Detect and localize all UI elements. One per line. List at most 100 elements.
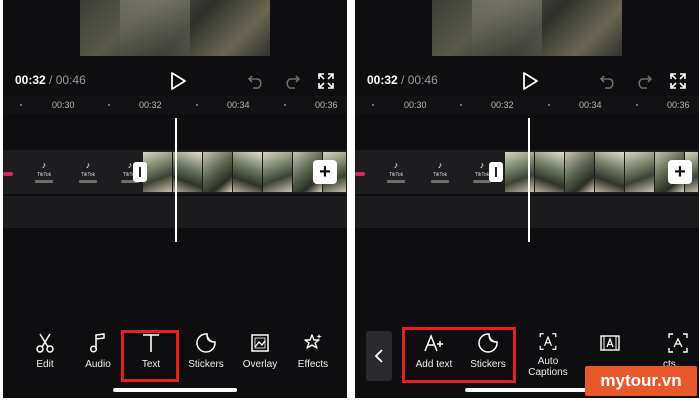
total-time: 00:46	[407, 73, 438, 87]
tiktok-clip[interactable]: ♪ TikTok	[381, 152, 411, 192]
watermark-text: mytour.vn	[600, 371, 682, 390]
tool-stickers[interactable]: Stickers	[184, 332, 228, 378]
mytour-watermark: mytour.vn	[585, 366, 697, 396]
tool-label: Auto Captions	[528, 356, 567, 378]
tiktok-logo-icon: ♪	[127, 160, 133, 170]
ruler-dot	[20, 104, 22, 106]
home-indicator[interactable]	[113, 388, 237, 392]
play-icon[interactable]	[169, 71, 187, 91]
current-time: 00:32	[367, 73, 398, 87]
tool-label: Audio	[85, 359, 111, 370]
tool-effects[interactable]: Effects	[291, 332, 335, 378]
video-preview[interactable]	[432, 0, 622, 56]
video-frame	[263, 152, 293, 192]
total-time: 00:46	[55, 73, 86, 87]
playback-controls: 00:32 / 00:46	[3, 70, 347, 92]
add-clip-button[interactable]: +	[668, 160, 692, 184]
tiktok-clip[interactable]: ♪ TikTok	[73, 152, 103, 192]
ruler-label: 00:32	[139, 100, 162, 110]
ruler-label: 00:36	[315, 100, 338, 110]
tool-label-line: Captions	[528, 367, 568, 378]
tiktok-clip[interactable]: ♪ TikTok	[29, 152, 59, 192]
text-tool-highlight	[121, 330, 179, 382]
redo-icon[interactable]	[283, 73, 301, 89]
ruler-label: 00:32	[491, 100, 514, 110]
right-editor-screen: 00:32 / 00:46 00:30 00:32 00:34 00:36 ♪ …	[355, 0, 699, 398]
track-marker	[3, 172, 13, 176]
timeline-ruler[interactable]: 00:30 00:32 00:34 00:36	[355, 96, 699, 114]
ruler-label: 00:34	[227, 100, 250, 110]
undo-icon[interactable]	[599, 73, 617, 89]
video-frame	[535, 152, 565, 192]
music-note-icon	[89, 333, 105, 353]
current-time: 00:32	[15, 73, 46, 87]
tool-label: Effects	[297, 359, 329, 370]
video-frame	[233, 152, 263, 192]
tiktok-label: TikTok	[388, 172, 404, 178]
track-marker	[355, 172, 365, 176]
tool-edit[interactable]: Edit	[25, 332, 65, 378]
video-track[interactable]: ♪ TikTok ♪ TikTok ♪ TikTok +	[355, 150, 699, 194]
fullscreen-icon[interactable]	[318, 73, 334, 89]
tiktok-logo-icon: ♪	[437, 160, 443, 170]
tiktok-clip[interactable]: ♪ TikTok	[425, 152, 455, 192]
play-icon[interactable]	[521, 71, 539, 91]
auto-captions-icon	[539, 333, 557, 350]
overlay-icon	[251, 334, 269, 352]
ruler-dot	[108, 104, 110, 106]
undo-icon[interactable]	[247, 73, 265, 89]
ruler-dot	[372, 104, 374, 106]
effects-icon	[304, 334, 322, 349]
playhead[interactable]	[175, 118, 177, 242]
tiktok-handle	[387, 180, 405, 183]
ruler-label: 00:36	[667, 100, 690, 110]
redo-icon[interactable]	[635, 73, 653, 89]
clip-split-handle[interactable]	[133, 162, 147, 182]
tool-label-line: Auto	[537, 356, 559, 367]
tiktok-handle	[431, 180, 449, 183]
video-preview[interactable]	[80, 0, 270, 56]
tool-label: Overlay	[242, 359, 278, 370]
playback-controls: 00:32 / 00:46	[355, 70, 699, 92]
tiktok-logo-icon: ♪	[393, 160, 399, 170]
tiktok-label: TikTok	[432, 172, 448, 178]
ruler-dot	[636, 104, 638, 106]
tool-label: Edit	[36, 359, 54, 370]
clip-split-handle[interactable]	[489, 162, 503, 182]
time-display: 00:32 / 00:46	[367, 73, 438, 87]
tool-auto-captions[interactable]: Auto Captions	[525, 332, 571, 378]
tool-audio[interactable]: Audio	[78, 332, 118, 378]
tool-overlay[interactable]: Overlay	[238, 332, 282, 378]
tiktok-logo-icon: ♪	[479, 160, 485, 170]
tiktok-label: TikTok	[474, 172, 490, 178]
video-frame	[595, 152, 625, 192]
ruler-dot	[196, 104, 198, 106]
video-frame	[203, 152, 233, 192]
add-clip-button[interactable]: +	[313, 160, 337, 184]
empty-track[interactable]	[355, 196, 699, 228]
ruler-label: 00:34	[579, 100, 602, 110]
fullscreen-icon[interactable]	[670, 73, 686, 89]
tiktok-handle	[35, 180, 53, 183]
tiktok-logo-icon: ♪	[85, 160, 91, 170]
tool-label: Stickers	[188, 359, 224, 370]
ruler-dot	[460, 104, 462, 106]
tiktok-label: TikTok	[80, 172, 96, 178]
ruler-label: 00:30	[404, 100, 427, 110]
ruler-dot	[548, 104, 550, 106]
tiktok-logo-icon: ♪	[41, 160, 47, 170]
add-text-stickers-highlight	[402, 327, 516, 383]
home-indicator[interactable]	[465, 388, 589, 392]
video-frame	[173, 152, 203, 192]
ruler-label: 00:30	[52, 100, 75, 110]
left-editor-screen: 00:32 / 00:46 00:30 00:32 00:34 00:36 ♪ …	[3, 0, 347, 398]
time-display: 00:32 / 00:46	[15, 73, 86, 87]
time-separator: /	[401, 73, 405, 87]
scissors-icon	[36, 333, 54, 353]
video-frame	[625, 152, 655, 192]
tiktok-handle	[473, 180, 491, 183]
playhead[interactable]	[528, 118, 530, 242]
video-frame	[505, 152, 535, 192]
tiktok-label: TikTok	[36, 172, 52, 178]
timeline-ruler[interactable]: 00:30 00:32 00:34 00:36	[3, 96, 347, 114]
